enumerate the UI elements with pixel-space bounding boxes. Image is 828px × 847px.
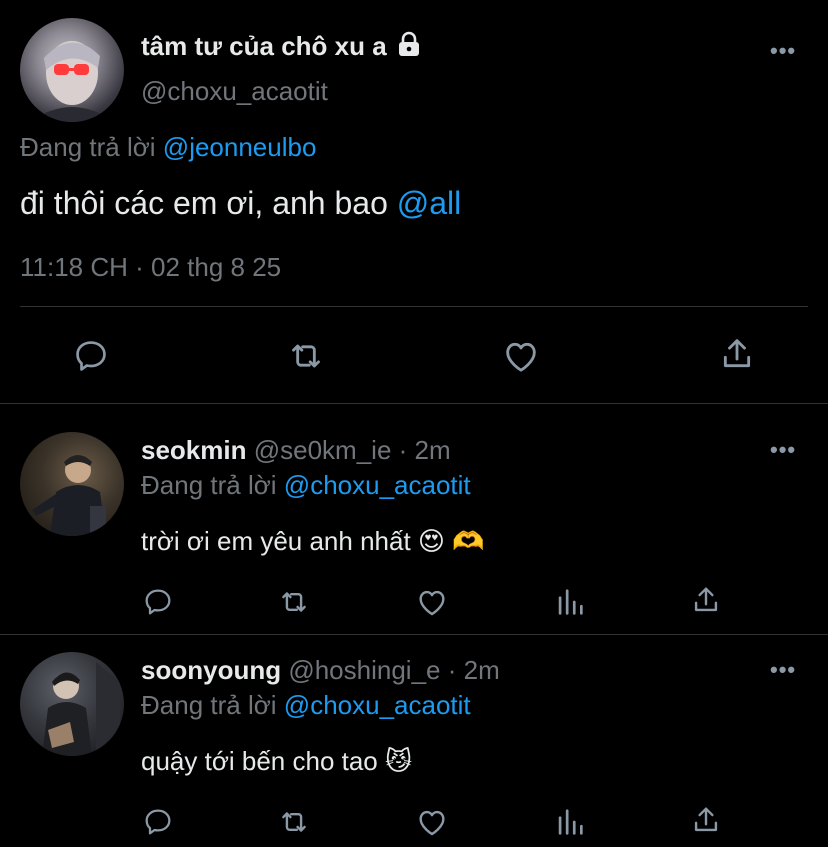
avatar-reply-1-image (32, 455, 106, 536)
reply-icon (76, 341, 106, 371)
reply-icon (145, 589, 171, 615)
reply-1-time[interactable]: · 2m (399, 435, 451, 465)
main-share-button[interactable] (712, 332, 762, 376)
main-reply-line: Đang trả lời @jeonneulbo (20, 132, 317, 162)
like-icon (506, 342, 536, 372)
reply-icon (145, 809, 171, 835)
reply-1-display-name[interactable]: seokmin (141, 435, 247, 465)
main-like-button[interactable] (496, 334, 546, 378)
divider-after-reply-1 (0, 634, 828, 635)
retweet-icon (282, 592, 306, 612)
main-more-button[interactable]: ••• (770, 38, 796, 64)
retweet-icon (282, 812, 306, 832)
main-timestamp[interactable]: 11:18 CH · 02 thg 8 25 (20, 252, 281, 282)
reply-1-header: seokmin @se0km_ie · 2m (141, 435, 451, 465)
like-icon (419, 590, 445, 616)
divider-after-main (0, 403, 828, 404)
reply-2-analytics-button[interactable] (550, 802, 590, 842)
reply-1-reply-button[interactable] (138, 582, 178, 622)
main-retweet-button[interactable] (281, 334, 331, 378)
lock-icon (396, 31, 422, 57)
main-mention-link[interactable]: @all (397, 185, 462, 221)
share-icon (694, 587, 718, 612)
main-handle[interactable]: @choxu_acaotit (141, 76, 328, 106)
reply-1-reply-line: Đang trả lời @choxu_acaotit (141, 470, 471, 500)
reply-1-retweet-button[interactable] (274, 582, 314, 622)
share-icon (694, 807, 718, 832)
reply-2-text: quậy tới bến cho tao 😼 (141, 746, 413, 776)
main-reply-to-link[interactable]: @jeonneulbo (163, 132, 317, 162)
avatar-main[interactable] (20, 18, 124, 122)
reply-2-retweet-button[interactable] (274, 802, 314, 842)
share-icon (723, 339, 751, 368)
reply-2-handle[interactable]: @hoshingi_e (288, 655, 440, 685)
reply-2-display-name[interactable]: soonyoung (141, 655, 281, 685)
reply-2-like-button[interactable] (412, 802, 452, 842)
avatar-reply-2-image (42, 662, 120, 756)
avatar-reply-1[interactable] (20, 432, 124, 536)
reply-2-time[interactable]: · 2m (448, 655, 500, 685)
reply-2-more-button[interactable]: ••• (770, 657, 796, 683)
reply-1-analytics-button[interactable] (550, 582, 590, 622)
like-icon (419, 810, 445, 836)
reply-2-share-button[interactable] (686, 800, 726, 840)
reply-2-reply-line: Đang trả lời @choxu_acaotit (141, 690, 471, 720)
reply-2-reply-to-link[interactable]: @choxu_acaotit (284, 690, 471, 720)
analytics-icon (558, 589, 583, 615)
reply-2-reply-button[interactable] (138, 802, 178, 842)
main-reply-button[interactable] (66, 334, 116, 378)
main-tweet-text: đi thôi các em ơi, anh bao @all (20, 185, 462, 221)
retweet-icon (292, 344, 320, 368)
reply-1-share-button[interactable] (686, 580, 726, 620)
reply-1-text: trời ơi em yêu anh nhất 😍 🫶 (141, 526, 485, 556)
reply-1-handle[interactable]: @se0km_ie (254, 435, 392, 465)
reply-2-header: soonyoung @hoshingi_e · 2m (141, 655, 500, 685)
avatar-main-image (30, 41, 114, 122)
reply-1-more-button[interactable]: ••• (770, 437, 796, 463)
analytics-icon (558, 809, 583, 835)
main-stats-divider (20, 306, 808, 307)
reply-1-like-button[interactable] (412, 582, 452, 622)
avatar-reply-2[interactable] (20, 652, 124, 756)
main-display-name[interactable]: tâm tư của chô xu a (141, 30, 422, 62)
reply-1-reply-to-link[interactable]: @choxu_acaotit (284, 470, 471, 500)
